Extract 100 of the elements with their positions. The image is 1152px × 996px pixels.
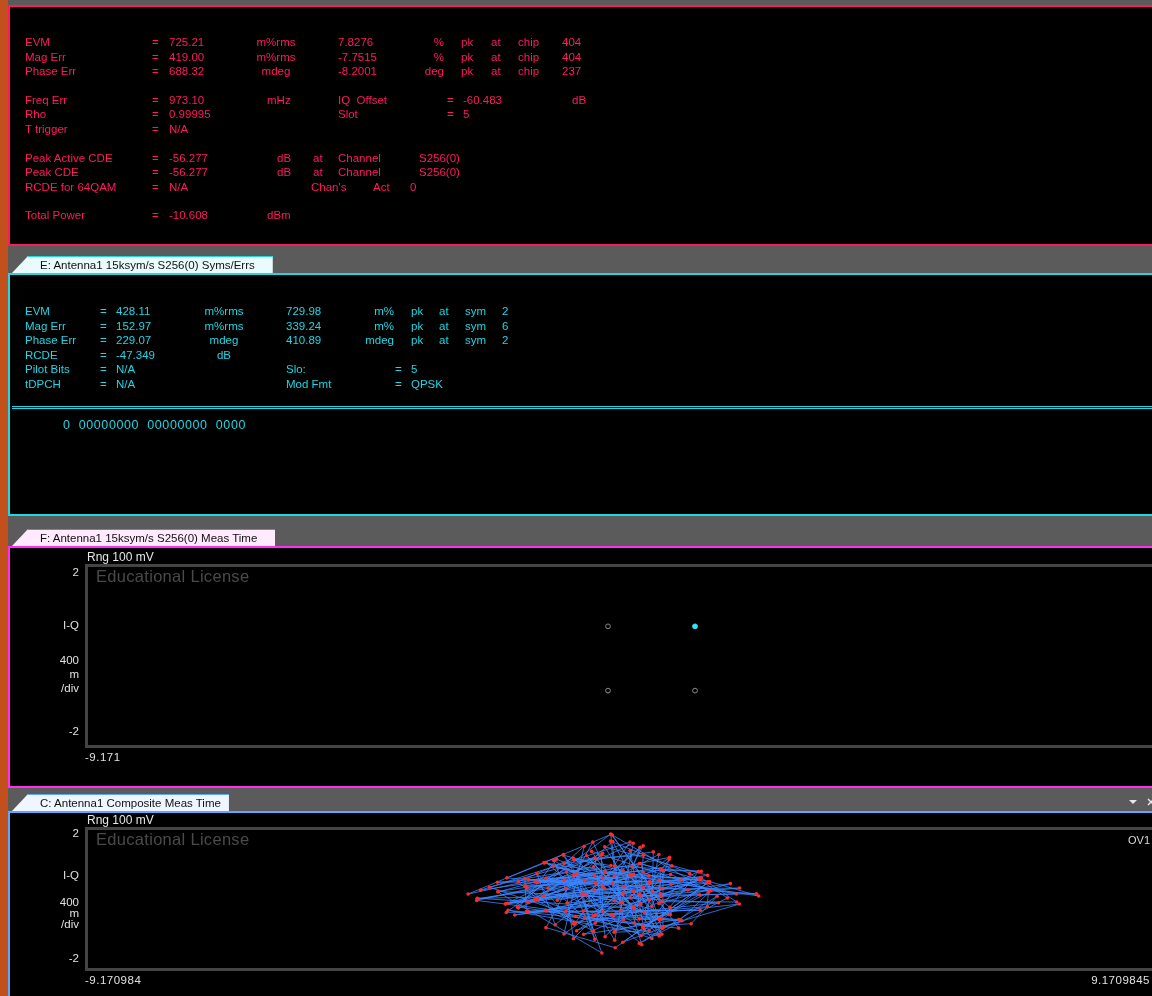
readout-value: dB <box>572 92 587 108</box>
readout-value: mdeg <box>365 333 395 348</box>
readout-value: Channel <box>338 165 381 180</box>
readout-value: = <box>100 362 107 377</box>
readout-value: 404 <box>562 35 582 50</box>
readout-value: -7.7515 <box>338 49 377 65</box>
readout-value: IQ Offset <box>338 92 387 108</box>
readout-value: = <box>100 376 107 392</box>
axis-label: -9.171 <box>85 751 121 763</box>
readout-value: S256(0) <box>419 150 460 166</box>
metric-label: Phase Err <box>25 333 77 348</box>
readout-value: 410.89 <box>286 333 322 348</box>
readout-value: at <box>313 150 323 166</box>
axis-label: 400 <box>59 653 79 668</box>
readout-value: = <box>100 318 107 334</box>
readout-value: 6 <box>502 318 509 334</box>
panel-tab[interactable]: F: Antenna1 15ksym/s S256(0) Meas Time <box>12 529 276 546</box>
readout-value: N/A <box>169 121 189 137</box>
readout-value: pk <box>460 64 474 79</box>
metric-label: Mag Err <box>25 318 66 334</box>
readout-value: m%rms <box>255 49 297 65</box>
readout-value: % <box>433 49 445 65</box>
readout-value: pk <box>410 318 424 334</box>
readout-value: = <box>152 208 159 223</box>
readout-value: = <box>152 165 159 180</box>
readout-value: m% <box>374 318 395 334</box>
readout-value: pk <box>410 333 424 348</box>
readout-value: = <box>100 304 107 319</box>
license-watermark: Educational License <box>96 830 250 849</box>
readout-value: = <box>395 376 402 392</box>
readout-value: m%rms <box>203 318 245 334</box>
metric-label: Phase Err <box>25 64 77 79</box>
readout-value: 5 <box>463 107 470 122</box>
axis-label: 2 <box>72 827 79 839</box>
readout-value: sym <box>465 304 487 319</box>
readout-value: Chan's <box>311 179 347 195</box>
metric-label: RCDE for 64QAM <box>25 179 117 195</box>
readout-value: -10.608 <box>169 208 208 223</box>
readout-value: 229.07 <box>116 333 152 348</box>
readout-value: mdeg <box>260 64 292 79</box>
readout-value: m%rms <box>255 35 297 50</box>
readout-value: pk <box>460 49 474 65</box>
overload-indicator: OV1 <box>1128 834 1150 846</box>
readout-value: at <box>439 318 449 334</box>
readout-value: 5 <box>411 362 418 377</box>
readout-value: -60.483 <box>463 92 502 108</box>
readout-value: -8.2001 <box>338 64 377 79</box>
axis-label: m <box>68 667 79 682</box>
readout-value: chip <box>518 64 540 79</box>
readout-value: = <box>395 362 402 377</box>
readout-value: Channel <box>338 150 381 166</box>
range-label: Rng 100 mV <box>87 814 155 827</box>
readout-value: mHz <box>267 92 291 108</box>
metric-label: EVM <box>25 304 50 319</box>
readout-value: 2 <box>502 304 509 319</box>
readout-value: Slo: <box>286 362 306 377</box>
readout-value: 404 <box>562 49 582 65</box>
metric-label: EVM <box>25 35 50 50</box>
axis-label: 2 <box>72 565 79 580</box>
axis-label: I-Q <box>63 617 79 632</box>
readout-value: mdeg <box>208 333 240 348</box>
readout-value: at <box>439 304 449 319</box>
readout-value: S256(0) <box>419 165 460 180</box>
readout-value: deg <box>424 64 445 79</box>
readout-value: = <box>152 121 159 137</box>
axis-label: /div <box>60 681 79 696</box>
readout-value: 0 <box>410 179 417 195</box>
panel-tab[interactable]: C: Antenna1 Composite Meas Time <box>12 794 229 811</box>
axis-label: -2 <box>68 952 79 964</box>
readout-value: = <box>100 347 107 363</box>
readout-value: 973.10 <box>169 92 205 108</box>
readout-value: at <box>439 333 449 348</box>
readout-value: pk <box>460 35 474 50</box>
readout-value: 152.97 <box>116 318 152 334</box>
readout-value: dB <box>215 347 233 363</box>
caret-icon[interactable] <box>1128 799 1138 805</box>
axis-label: I-Q <box>63 869 79 880</box>
readout-value: 725.21 <box>169 35 205 50</box>
readout-value: 428.11 <box>116 304 151 319</box>
readout-value: -56.277 <box>169 165 208 180</box>
readout-value: Mod Fmt <box>286 376 332 392</box>
readout-value: dBm <box>267 208 291 223</box>
axis-label: 400 <box>59 896 79 908</box>
readout-value: at <box>491 35 501 50</box>
readout-value: 419.00 <box>169 49 205 65</box>
readout-value: Slot <box>338 107 358 122</box>
readout-value: QPSK <box>411 376 443 392</box>
readout-value: 729.98 <box>286 304 322 319</box>
metric-label: Peak Active CDE <box>25 150 113 166</box>
readout-value: = <box>152 64 159 79</box>
readout-value: = <box>152 35 159 50</box>
readout-value: = <box>152 49 159 65</box>
metric-label: T trigger <box>25 121 68 137</box>
readout-value: Act <box>373 179 390 195</box>
readout-value: = <box>152 107 159 122</box>
range-label: Rng 100 mV <box>87 551 155 564</box>
readout-value: = <box>152 179 159 195</box>
readout-value: -56.277 <box>169 150 208 166</box>
panel-tab[interactable]: E: Antenna1 15ksym/s S256(0) Syms/Errs <box>12 256 273 273</box>
readout-value: m%rms <box>203 304 245 319</box>
